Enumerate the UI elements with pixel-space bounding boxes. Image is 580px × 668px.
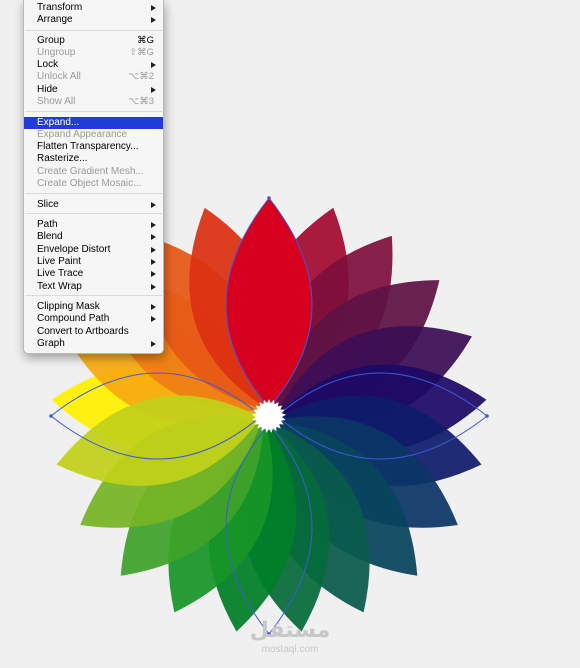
menu-item-convert-to-artboards[interactable]: Convert to Artboards (24, 326, 163, 338)
menu-item-label: Transform (37, 2, 83, 13)
menu-item-blend[interactable]: Blend (24, 231, 163, 243)
menu-item-slice[interactable]: Slice (24, 199, 163, 211)
menu-item-expand[interactable]: Expand... (24, 117, 163, 129)
menu-item-clipping-mask[interactable]: Clipping Mask (24, 301, 163, 313)
menu-item-create-object-mosaic[interactable]: Create Object Mosaic... (24, 178, 163, 190)
submenu-arrow-icon (151, 5, 156, 11)
menu-separator (25, 213, 162, 214)
menu-item-transform[interactable]: Transform (24, 2, 163, 14)
submenu-arrow-icon (151, 271, 156, 277)
menu-item-label: Create Gradient Mesh... (37, 166, 144, 177)
menu-separator (25, 193, 162, 194)
menu-item-label: Clipping Mask (37, 301, 100, 312)
menu-item-label: Unlock All (37, 71, 81, 82)
menu-item-shortcut: ⌥⌘2 (128, 71, 154, 82)
submenu-arrow-icon (151, 341, 156, 347)
submenu-arrow-icon (151, 62, 156, 68)
menu-item-expand-appearance[interactable]: Expand Appearance (24, 129, 163, 141)
menu-item-label: Hide (37, 84, 58, 95)
submenu-arrow-icon (151, 234, 156, 240)
menu-item-envelope-distort[interactable]: Envelope Distort (24, 244, 163, 256)
menu-item-label: Path (37, 219, 58, 230)
submenu-arrow-icon (151, 202, 156, 208)
menu-item-label: Live Paint (37, 256, 81, 267)
menu-separator (25, 30, 162, 31)
menu-item-label: Expand Appearance (37, 129, 128, 140)
menu-separator (25, 295, 162, 296)
object-context-menu[interactable]: Transform Arrange Group ⌘G Ungroup ⇧⌘G Lock Unl… (23, 0, 164, 354)
anchor-point[interactable] (267, 196, 271, 200)
menu-item-label: Text Wrap (37, 281, 82, 292)
menu-item-label: Ungroup (37, 47, 76, 58)
menu-item-shortcut: ⌥⌘3 (128, 96, 154, 107)
menu-item-arrange[interactable]: Arrange (24, 14, 163, 26)
menu-item-graph[interactable]: Graph (24, 338, 163, 350)
menu-item-ungroup[interactable]: Ungroup ⇧⌘G (24, 47, 163, 59)
menu-item-group[interactable]: Group ⌘G (24, 35, 163, 47)
menu-item-unlock-all[interactable]: Unlock All ⌥⌘2 (24, 71, 163, 83)
menu-item-rasterize[interactable]: Rasterize... (24, 153, 163, 165)
menu-item-live-paint[interactable]: Live Paint (24, 256, 163, 268)
menu-item-label: Graph (37, 338, 65, 349)
menu-item-label: Slice (37, 199, 59, 210)
submenu-arrow-icon (151, 316, 156, 322)
menu-item-path[interactable]: Path (24, 219, 163, 231)
submenu-arrow-icon (151, 284, 156, 290)
menu-item-label: Create Object Mosaic... (37, 178, 142, 189)
menu-item-live-trace[interactable]: Live Trace (24, 268, 163, 280)
menu-item-flatten-transparency[interactable]: Flatten Transparency... (24, 141, 163, 153)
watermark-latin: mostaql.com (261, 644, 319, 655)
anchor-point[interactable] (485, 414, 489, 418)
menu-item-label: Show All (37, 96, 76, 107)
submenu-arrow-icon (151, 17, 156, 23)
anchor-point[interactable] (49, 414, 53, 418)
menu-item-text-wrap[interactable]: Text Wrap (24, 281, 163, 293)
menu-item-label: Blend (37, 231, 63, 242)
menu-item-label: Rasterize... (37, 153, 88, 164)
menu-item-label: Expand... (37, 117, 80, 128)
menu-item-show-all[interactable]: Show All ⌥⌘3 (24, 96, 163, 108)
menu-item-label: Lock (37, 59, 59, 70)
menu-item-label: Compound Path (37, 313, 110, 324)
menu-item-label: Envelope Distort (37, 244, 111, 255)
submenu-arrow-icon (151, 259, 156, 265)
menu-item-label: Flatten Transparency... (37, 141, 139, 152)
watermark-arabic: مستقل (249, 618, 331, 643)
submenu-arrow-icon (151, 87, 156, 93)
menu-item-lock[interactable]: Lock (24, 59, 163, 71)
menu-item-create-gradient-mesh[interactable]: Create Gradient Mesh... (24, 166, 163, 178)
menu-item-label: Convert to Artboards (37, 326, 129, 337)
menu-item-label: Arrange (37, 14, 73, 25)
watermark: مستقل mostaql.com (240, 618, 340, 656)
menu-item-hide[interactable]: Hide (24, 84, 163, 96)
menu-item-shortcut: ⇧⌘G (129, 47, 154, 58)
menu-item-label: Group (37, 35, 65, 46)
submenu-arrow-icon (151, 247, 156, 253)
menu-separator (25, 111, 162, 112)
menu-item-shortcut: ⌘G (137, 35, 154, 46)
submenu-arrow-icon (151, 222, 156, 228)
menu-item-label: Live Trace (37, 268, 84, 279)
menu-item-compound-path[interactable]: Compound Path (24, 313, 163, 325)
submenu-arrow-icon (151, 304, 156, 310)
